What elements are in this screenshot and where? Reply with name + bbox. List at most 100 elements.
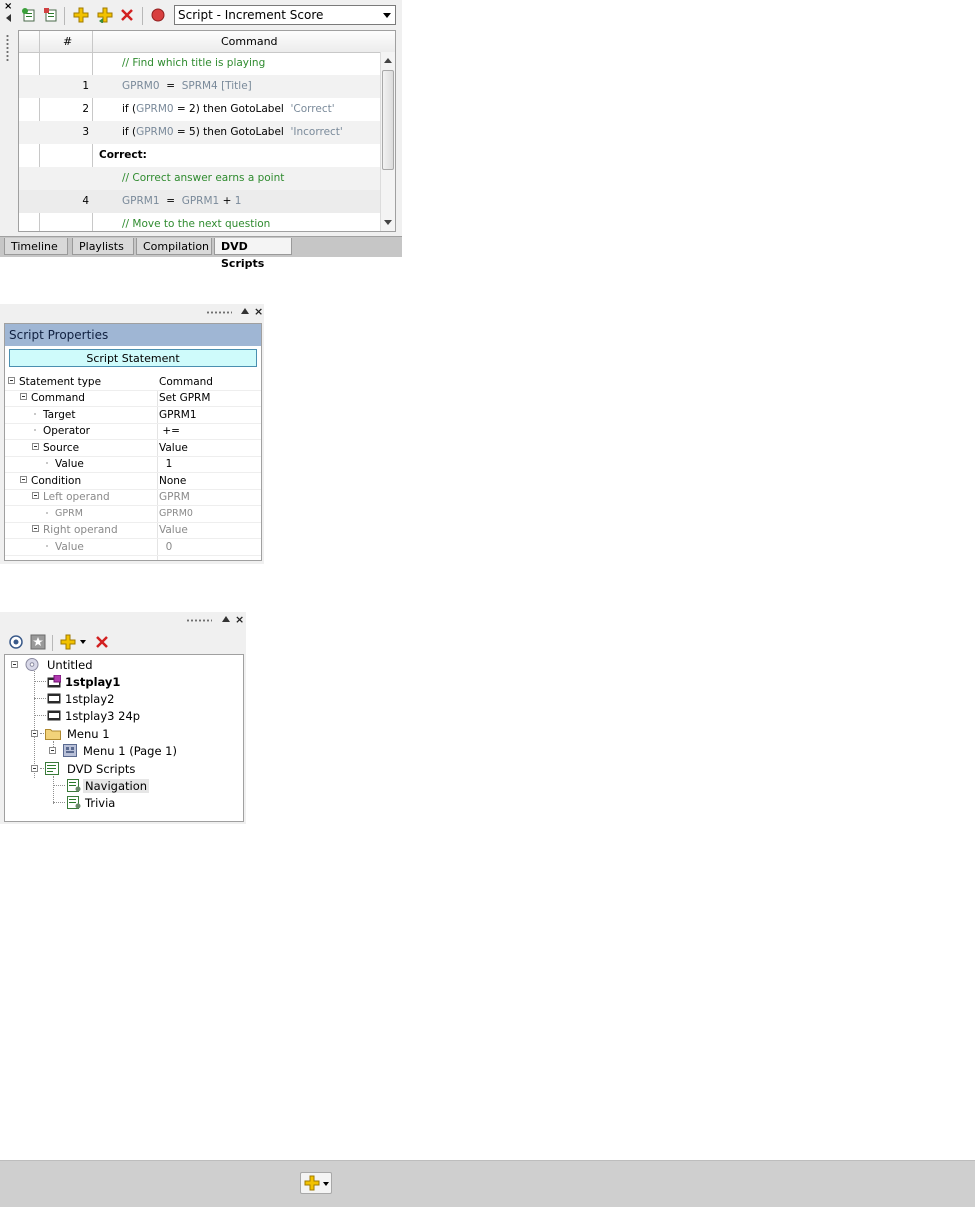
script-row[interactable]: // Move to the next question [19,213,380,231]
vertical-scrollbar[interactable] [380,52,395,231]
script-row[interactable]: // Correct answer earns a point [19,167,380,190]
operator: = [166,195,176,207]
property-row[interactable]: Value 0 [5,539,261,556]
property-row[interactable]: Left operand GPRM [5,489,261,506]
expand-toggle-icon[interactable] [49,747,56,754]
add-dropdown-button[interactable] [300,1172,332,1194]
tab-compilation[interactable]: Compilation [136,238,212,255]
delete-icon[interactable] [118,6,136,24]
property-row[interactable]: Condition None [5,473,261,490]
property-row[interactable]: Statement type Command [5,374,261,391]
tree-item-label: Untitled [47,658,93,672]
preview-icon[interactable] [8,634,24,653]
folder-icon [45,727,61,740]
property-row[interactable]: Source Value [5,440,261,457]
close-icon[interactable]: × [4,1,12,12]
insert-command-icon[interactable] [96,6,114,24]
collapse-toggle-icon[interactable] [31,730,38,737]
project-tree-panel: × Untitled 1stplay1 1stplay2 1stplay3 24… [0,612,246,824]
script-row[interactable]: Correct: [19,144,380,167]
bottom-toolbar [0,1160,975,1207]
collapse-toggle-icon[interactable] [32,443,39,450]
first-play-icon[interactable] [30,634,46,653]
property-row[interactable]: Operator += [5,423,261,440]
if-keyword: if ( [122,103,137,115]
register-name: GPRM0 [136,126,174,138]
script-row[interactable]: 1 GPRM0 = SPRM4 [Title] [19,75,380,98]
row-number: 1 [82,80,89,92]
first-play-icon [47,674,62,688]
property-key: Condition [31,475,82,487]
collapse-toggle-icon[interactable] [31,765,38,772]
menu-page-icon [63,744,77,757]
close-icon[interactable]: × [254,305,263,318]
tab-dvd-scripts[interactable]: DVD Scripts [214,238,292,270]
script-selector-value: Script - Increment Score [178,8,324,22]
property-row[interactable]: Command Set GPRM [5,390,261,407]
property-value: GPRM1 [159,409,197,421]
collapse-toggle-icon[interactable] [11,661,18,668]
property-value: Value [159,524,188,536]
scroll-down-icon[interactable] [384,220,392,225]
collapse-up-icon[interactable] [241,308,249,314]
collapse-up-icon[interactable] [222,616,230,622]
collapse-toggle-icon[interactable] [8,377,15,384]
collapse-toggle-icon[interactable] [32,492,39,499]
register-name: SPRM4 [Title] [181,80,252,92]
dock-grip-icon[interactable] [206,311,232,314]
add-item-icon[interactable] [60,634,76,653]
tree-item-label: 1stplay2 [65,692,115,706]
property-row[interactable]: Value 1 [5,456,261,473]
tab-playlists[interactable]: Playlists [72,238,134,255]
close-icon[interactable]: × [235,613,244,626]
panel-title: Script Properties [5,324,261,346]
property-value: Value [159,442,188,454]
script-row[interactable]: 3 if (GPRM0 = 5) then GotoLabel 'Incorre… [19,121,380,144]
property-value: 0 [159,541,173,553]
script-icon [67,779,81,792]
tree-item-label: 1stplay3 24p [65,709,141,723]
tab-timeline[interactable]: Timeline [4,238,68,255]
chevron-down-icon[interactable] [383,13,391,18]
column-header-command[interactable]: Command [221,35,278,48]
scrollbar-thumb[interactable] [382,70,394,170]
script-statement-button[interactable]: Script Statement [9,349,257,367]
property-key: Left operand [43,491,110,503]
chevron-down-icon[interactable] [80,640,86,644]
record-icon[interactable] [149,6,167,24]
property-row[interactable]: GPRM GPRM0 [5,506,261,523]
add-command-icon[interactable] [72,6,90,24]
property-row[interactable]: Target GPRM1 [5,407,261,424]
script-row[interactable]: // Find which title is playing [19,52,380,75]
property-value: 1 [159,458,173,470]
panel-side-controls: × [0,0,16,236]
dock-grip-icon[interactable] [186,619,212,622]
collapse-left-icon[interactable] [6,14,11,22]
value-literal: 1 [234,195,242,207]
scroll-up-icon[interactable] [384,58,392,63]
tree-item-label: Menu 1 [67,727,110,741]
row-comment: // Correct answer earns a point [122,172,285,184]
project-tree: Untitled 1stplay1 1stplay2 1stplay3 24p [4,654,244,822]
row-label: Correct: [99,149,147,161]
scripts-panel: × Script - Increment Score # Command // … [0,0,402,270]
property-row[interactable]: Right operand Value [5,522,261,539]
collapse-toggle-icon[interactable] [32,525,39,532]
operator: + [222,195,232,207]
collapse-toggle-icon[interactable] [20,393,27,400]
script-selector[interactable]: Script - Increment Score [174,5,396,25]
collapse-toggle-icon[interactable] [20,476,27,483]
script-row[interactable]: 2 if (GPRM0 = 2) then GotoLabel 'Correct… [19,98,380,121]
dock-grip-icon[interactable] [6,34,9,62]
script-settings-icon[interactable] [42,6,60,24]
film-icon [47,709,61,722]
script-row[interactable]: 4 GPRM1 = GPRM1 + 1 [19,190,380,213]
property-value: += [159,425,180,437]
property-value: GPRM [159,491,190,503]
column-header-number[interactable]: # [63,35,72,48]
goto-keyword: GotoLabel [230,126,284,138]
register-name: GPRM1 [122,195,160,207]
new-script-icon[interactable] [20,6,38,24]
row-number: 3 [82,126,89,138]
delete-icon[interactable] [94,634,110,653]
